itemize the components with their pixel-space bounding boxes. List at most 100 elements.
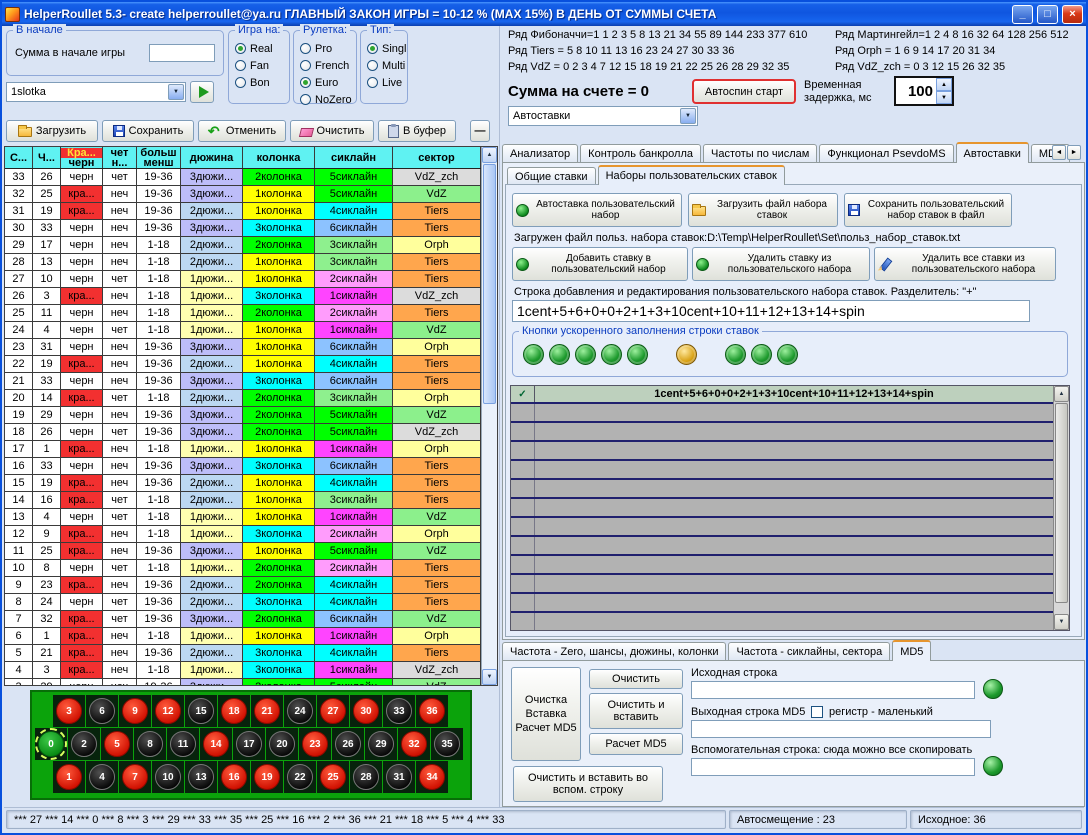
table-row[interactable]: 2133черннеч19-363дюжи...3колонка6сиклайн… <box>5 373 481 390</box>
table-row[interactable]: 2331черннеч19-363дюжи...1колонка6сиклайн… <box>5 339 481 356</box>
slot-combo[interactable]: 1slotka ▼ <box>6 82 186 102</box>
radio-real[interactable]: Real <box>235 40 287 57</box>
roulette-number-30[interactable]: 30 <box>350 695 382 727</box>
list-row[interactable] <box>511 404 1053 423</box>
scroll-thumb[interactable] <box>1055 403 1068 603</box>
md5-clear-button[interactable]: Очистить <box>589 669 683 689</box>
radio-singl[interactable]: Singl <box>367 40 405 57</box>
helper-green-button[interactable] <box>983 756 1003 776</box>
tab-общие-ставки[interactable]: Общие ставки <box>507 167 596 185</box>
spinner-down-icon[interactable]: ▼ <box>936 91 952 104</box>
roulette-number-8[interactable]: 8 <box>134 728 166 760</box>
md5-clear-paste-calc-button[interactable]: Очистка Вставка Расчет MD5 <box>511 667 581 761</box>
roulette-number-27[interactable]: 27 <box>317 695 349 727</box>
bet-list-scrollbar[interactable]: ▲ ▼ <box>1053 386 1069 630</box>
close-button[interactable]: × <box>1062 5 1083 24</box>
table-row[interactable]: 1633черннеч19-363дюжи...3колонка6сиклайн… <box>5 458 481 475</box>
table-row[interactable]: 263кра...неч1-181дюжи...3колонка1сиклайн… <box>5 288 481 305</box>
copy-buffer-button[interactable]: В буфер <box>378 120 456 142</box>
table-row[interactable]: 2710чернчет1-181дюжи...1колонка2сиклайнT… <box>5 271 481 288</box>
radio-french[interactable]: French <box>300 57 354 74</box>
md5-clear-and-paste-button[interactable]: Очистить и вставить <box>589 693 683 729</box>
dropdown-arrow-icon[interactable]: ▼ <box>680 108 696 124</box>
tab-md5[interactable]: MD5 <box>892 640 931 661</box>
save-button[interactable]: Сохранить <box>102 120 194 142</box>
radio-pro[interactable]: Pro <box>300 40 354 57</box>
remove-bet-button[interactable]: Удалить ставку из пользовательского набо… <box>692 247 870 281</box>
list-row[interactable] <box>511 442 1053 461</box>
table-row[interactable]: 108чернчет1-181дюжи...2колонка2сиклайнTi… <box>5 560 481 577</box>
roulette-number-7[interactable]: 7 <box>119 761 151 793</box>
roulette-number-16[interactable]: 16 <box>218 761 250 793</box>
roulette-number-10[interactable]: 10 <box>152 761 184 793</box>
load-set-file-button[interactable]: Загрузить файл набора ставок <box>688 193 838 227</box>
scroll-down-icon[interactable]: ▼ <box>1054 614 1069 630</box>
roulette-number-0[interactable]: 0 <box>35 728 67 760</box>
add-bet-button[interactable]: Добавить ставку в пользовательский набор <box>512 247 688 281</box>
scroll-down-icon[interactable]: ▼ <box>482 669 497 685</box>
radio-bon[interactable]: Bon <box>235 74 287 91</box>
tab-частоты-по-числам[interactable]: Частоты по числам <box>703 144 817 163</box>
table-row[interactable]: 1929черннеч19-363дюжи...2колонка5сиклайн… <box>5 407 481 424</box>
coin-5-icon[interactable] <box>627 344 648 365</box>
clear-button[interactable]: Очистить <box>290 120 374 142</box>
tab-scroll-left-icon[interactable]: ◄ <box>1052 145 1066 160</box>
list-row[interactable] <box>511 537 1053 556</box>
table-row[interactable]: 3033черннеч19-363дюжи...3колонка6сиклайн… <box>5 220 481 237</box>
scroll-track[interactable] <box>1054 402 1069 614</box>
table-row[interactable]: 3326чернчет19-363дюжи...2колонка5сиклайн… <box>5 169 481 186</box>
remove-all-bets-button[interactable]: Удалить все ставки из пользовательского … <box>874 247 1056 281</box>
start-sum-input[interactable] <box>149 44 215 62</box>
scroll-up-icon[interactable]: ▲ <box>482 147 497 163</box>
roulette-number-2[interactable]: 2 <box>68 728 100 760</box>
table-row[interactable]: 129кра...неч1-181дюжи...3колонка2сиклайн… <box>5 526 481 543</box>
roulette-number-9[interactable]: 9 <box>119 695 151 727</box>
roulette-number-20[interactable]: 20 <box>266 728 298 760</box>
roulette-number-15[interactable]: 15 <box>185 695 217 727</box>
coin-1-icon[interactable] <box>523 344 544 365</box>
clear-paste-helper-button[interactable]: Очистить и вставить во вспом. строку <box>513 766 663 802</box>
table-row[interactable]: 329черннеч19-363дюжи...2колонка5сиклайнV… <box>5 679 481 685</box>
minimize-button[interactable]: _ <box>1012 5 1033 24</box>
radio-nozero[interactable]: NoZero <box>300 91 354 108</box>
radio-live[interactable]: Live <box>367 74 405 91</box>
tab-scroll-right-icon[interactable]: ► <box>1067 145 1081 160</box>
table-row[interactable]: 732кра...чет19-363дюжи...2колонка6сиклай… <box>5 611 481 628</box>
table-scrollbar[interactable]: ▲ ▼ <box>481 147 497 685</box>
roulette-number-35[interactable]: 35 <box>431 728 463 760</box>
roulette-number-25[interactable]: 25 <box>317 761 349 793</box>
autospin-start-button[interactable]: Автоспин старт <box>692 79 796 104</box>
tab-контроль-банкролла[interactable]: Контроль банкролла <box>580 144 701 163</box>
roulette-number-33[interactable]: 33 <box>383 695 415 727</box>
table-row[interactable]: 1826чернчет19-363дюжи...2колонка5сиклайн… <box>5 424 481 441</box>
coin-7-icon[interactable] <box>751 344 772 365</box>
title-bar[interactable]: HelperRoullet 5.3- create helperroullet@… <box>2 2 1086 26</box>
source-green-button[interactable] <box>983 679 1003 699</box>
autobets-combo[interactable]: Автоставки ▼ <box>508 106 698 126</box>
tab-автоставки[interactable]: Автоставки <box>956 142 1029 163</box>
list-row[interactable] <box>511 518 1053 537</box>
table-row[interactable]: 2511черннеч1-181дюжи...2колонка2сиклайнT… <box>5 305 481 322</box>
roulette-number-19[interactable]: 19 <box>251 761 283 793</box>
roulette-number-6[interactable]: 6 <box>86 695 118 727</box>
delay-spinner[interactable]: 100 ▲ ▼ <box>894 76 954 106</box>
output-string-input[interactable] <box>691 720 991 738</box>
dropdown-arrow-icon[interactable]: ▼ <box>168 84 184 100</box>
roulette-number-18[interactable]: 18 <box>218 695 250 727</box>
coin-gold-icon[interactable] <box>676 344 697 365</box>
table-row[interactable]: 2219кра...неч19-362дюжи...1колонка4сикла… <box>5 356 481 373</box>
roulette-number-12[interactable]: 12 <box>152 695 184 727</box>
table-row[interactable]: 1519кра...неч19-362дюжи...1колонка4сикла… <box>5 475 481 492</box>
list-row[interactable] <box>511 575 1053 594</box>
source-string-input[interactable] <box>691 681 975 699</box>
radio-euro[interactable]: Euro <box>300 74 354 91</box>
roulette-number-21[interactable]: 21 <box>251 695 283 727</box>
table-row[interactable]: 3225кра...неч19-363дюжи...1колонка5сикла… <box>5 186 481 203</box>
scroll-thumb[interactable] <box>483 164 496 404</box>
load-button[interactable]: Загрузить <box>6 120 98 142</box>
table-row[interactable]: 61кра...неч1-181дюжи...1колонка1сиклайнO… <box>5 628 481 645</box>
coin-3-icon[interactable] <box>575 344 596 365</box>
tab-функционал-psevdoms[interactable]: Функционал PsevdoMS <box>819 144 953 163</box>
coin-4-icon[interactable] <box>601 344 622 365</box>
roulette-number-17[interactable]: 17 <box>233 728 265 760</box>
